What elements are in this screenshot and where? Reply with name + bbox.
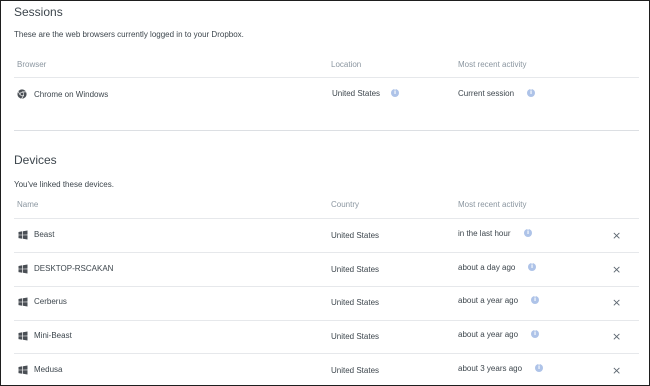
- device-country: United States: [331, 332, 380, 341]
- device-name: Medusa: [34, 365, 63, 374]
- session-location: United States: [332, 89, 381, 98]
- windows-icon: [18, 297, 28, 307]
- device-name: DESKTOP-RSCAKAN: [34, 264, 114, 273]
- device-activity-info-icon[interactable]: i: [524, 229, 532, 237]
- devices-description: You've linked these devices.: [14, 180, 114, 189]
- session-activity: Current session: [458, 89, 515, 98]
- devices-title: Devices: [14, 153, 57, 167]
- windows-icon: [18, 365, 28, 375]
- windows-icon: [18, 264, 28, 274]
- device-country: United States: [331, 265, 380, 274]
- session-browser-name: Chrome on Windows: [34, 90, 109, 99]
- sessions-devices-panel: Sessions These are the web browsers curr…: [0, 0, 650, 386]
- device-activity-info-icon[interactable]: i: [535, 364, 543, 372]
- device-activity-info-icon[interactable]: i: [531, 296, 539, 304]
- windows-icon: [18, 331, 28, 341]
- row-rule: [14, 286, 639, 287]
- country-column-header: Country: [331, 200, 360, 209]
- sessions-description: These are the web browsers currently log…: [14, 30, 244, 39]
- chrome-icon: [17, 89, 27, 99]
- row-rule: [14, 252, 639, 253]
- unlink-device-button[interactable]: ×: [612, 230, 621, 241]
- unlink-device-button[interactable]: ×: [612, 264, 621, 275]
- unlink-device-button[interactable]: ×: [612, 297, 621, 308]
- device-country: United States: [331, 231, 380, 240]
- device-activity: about a year ago: [458, 296, 519, 305]
- row-rule: [14, 353, 639, 354]
- unlink-device-button[interactable]: ×: [612, 365, 621, 376]
- device-activity-column-header: Most recent activity: [458, 200, 527, 209]
- device-activity: about a day ago: [458, 263, 516, 272]
- device-name: Beast: [34, 230, 55, 239]
- device-name: Cerberus: [34, 297, 67, 306]
- device-name: Mini-Beast: [34, 331, 72, 340]
- section-divider: [14, 130, 639, 131]
- location-info-icon[interactable]: i: [391, 89, 399, 97]
- device-country: United States: [331, 298, 380, 307]
- session-activity-info-icon[interactable]: i: [527, 89, 535, 97]
- browser-column-header: Browser: [17, 60, 47, 69]
- name-column-header: Name: [17, 200, 39, 209]
- row-rule: [14, 320, 639, 321]
- unlink-device-button[interactable]: ×: [612, 331, 621, 342]
- sessions-title: Sessions: [14, 5, 63, 19]
- device-activity: about 3 years ago: [458, 364, 523, 373]
- location-column-header: Location: [331, 60, 362, 69]
- sessions-header-rule: [14, 77, 639, 78]
- device-activity-info-icon[interactable]: i: [531, 330, 539, 338]
- device-activity: in the last hour: [458, 229, 511, 238]
- devices-header-rule: [14, 218, 639, 219]
- device-country: United States: [331, 366, 380, 375]
- device-activity-info-icon[interactable]: i: [528, 263, 536, 271]
- session-activity-column-header: Most recent activity: [458, 60, 527, 69]
- windows-icon: [18, 230, 28, 240]
- device-activity: about a year ago: [458, 330, 519, 339]
